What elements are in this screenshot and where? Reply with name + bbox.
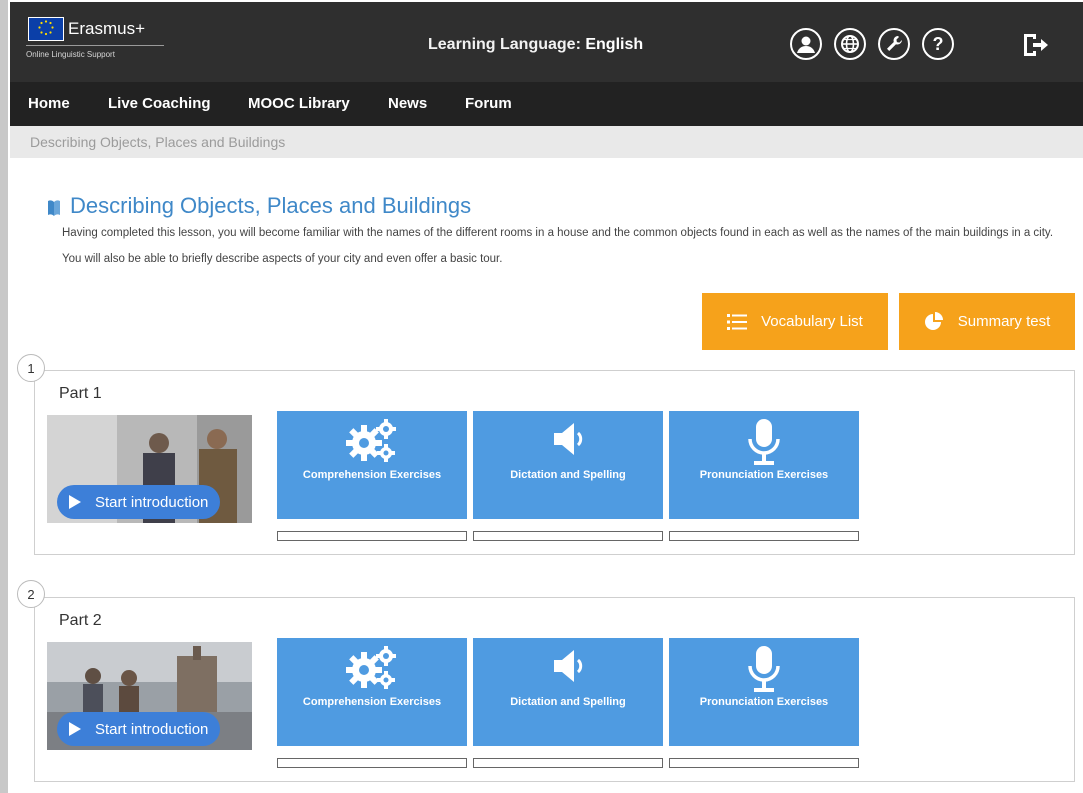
eu-flag-icon bbox=[28, 17, 64, 41]
part-1-comprehension-tile[interactable]: Comprehension Exercises bbox=[277, 411, 467, 519]
part-1-comprehension-progress bbox=[277, 531, 467, 541]
nav-item-forum[interactable]: Forum bbox=[465, 95, 512, 112]
summary-test-label: Summary test bbox=[957, 313, 1051, 330]
speaker-icon bbox=[554, 423, 583, 455]
part-2-comprehension-tile[interactable]: Comprehension Exercises bbox=[277, 638, 467, 746]
brand-subtitle: Online Linguistic Support bbox=[26, 50, 115, 59]
brand-name: Erasmus+ bbox=[68, 19, 145, 38]
breadcrumb-current[interactable]: Describing Objects, Places and Buildings bbox=[30, 134, 285, 150]
part-2-panel: Part 2 Start introduction Comprehension … bbox=[34, 597, 1075, 782]
top-header: Erasmus+ Online Linguistic Support Learn… bbox=[10, 2, 1083, 82]
part-1-pronunciation-progress bbox=[669, 531, 859, 541]
part-1-pronunciation-label: Pronunciation Exercises bbox=[699, 469, 829, 481]
part-1-start-label: Start introduction bbox=[95, 493, 209, 511]
learning-language-value: English bbox=[585, 36, 644, 53]
profile-icon[interactable] bbox=[790, 28, 822, 60]
list-icon bbox=[727, 313, 748, 330]
speaker-icon bbox=[554, 650, 583, 682]
part-2-pronunciation-progress bbox=[669, 758, 859, 768]
part-2-comprehension-label: Comprehension Exercises bbox=[302, 696, 442, 708]
window-left-border bbox=[0, 0, 8, 793]
part-1-comprehension-label: Comprehension Exercises bbox=[302, 469, 442, 481]
vocabulary-list-label: Vocabulary List bbox=[761, 313, 863, 330]
part-2-start-introduction-button[interactable]: Start introduction bbox=[57, 712, 221, 746]
logout-icon[interactable] bbox=[1022, 32, 1050, 58]
part-2-number: 2 bbox=[17, 580, 45, 608]
breadcrumb: Describing Objects, Places and Buildings bbox=[10, 126, 1083, 158]
nav-item-live-coaching[interactable]: Live Coaching bbox=[108, 95, 211, 112]
part-1-dictation-label: Dictation and Spelling bbox=[510, 469, 626, 481]
learning-language-label: Learning Language: bbox=[428, 36, 586, 53]
part-1-dictation-tile[interactable]: Dictation and Spelling bbox=[473, 411, 663, 519]
lesson-title-text: Describing Objects, Places and Buildings bbox=[70, 193, 472, 218]
nav-item-mooc-library[interactable]: MOOC Library bbox=[248, 95, 350, 112]
part-2-dictation-progress bbox=[473, 758, 663, 768]
vocabulary-list-button[interactable]: Vocabulary List bbox=[702, 293, 888, 350]
help-icon[interactable]: ? bbox=[922, 28, 954, 60]
lesson-title: Describing Objects, Places and Buildings bbox=[46, 193, 471, 219]
wrench-icon[interactable] bbox=[878, 28, 910, 60]
nav-item-news[interactable]: News bbox=[388, 95, 427, 112]
part-2-comprehension-progress bbox=[277, 758, 467, 768]
gears-icon bbox=[346, 646, 396, 689]
play-icon bbox=[63, 717, 87, 741]
pie-chart-icon bbox=[924, 311, 943, 330]
nav-item-home[interactable]: Home bbox=[28, 95, 70, 112]
globe-icon[interactable] bbox=[834, 28, 866, 60]
part-2-start-label: Start introduction bbox=[95, 720, 209, 738]
part-2-pronunciation-tile[interactable]: Pronunciation Exercises bbox=[669, 638, 859, 746]
book-icon bbox=[46, 197, 62, 216]
part-1-pronunciation-tile[interactable]: Pronunciation Exercises bbox=[669, 411, 859, 519]
part-2-video-thumbnail[interactable]: Start introduction bbox=[47, 642, 252, 750]
part-1-video-thumbnail[interactable]: Start introduction bbox=[47, 415, 252, 523]
main-nav: Home Live Coaching MOOC Library News For… bbox=[10, 82, 1083, 126]
part-1-panel: Part 1 Start introduction Comprehension … bbox=[34, 370, 1075, 555]
microphone-icon bbox=[748, 646, 780, 692]
part-1-number: 1 bbox=[17, 354, 45, 382]
lesson-description: Having completed this lesson, you will b… bbox=[62, 227, 1054, 265]
part-2-dictation-label: Dictation and Spelling bbox=[510, 696, 626, 708]
learning-language: Learning Language: English bbox=[428, 36, 643, 54]
part-1-start-introduction-button[interactable]: Start introduction bbox=[57, 485, 221, 519]
play-icon bbox=[63, 490, 87, 514]
gears-icon bbox=[346, 419, 396, 462]
part-1-label: Part 1 bbox=[59, 385, 102, 402]
logo-divider bbox=[26, 45, 164, 46]
erasmus-logo[interactable]: Erasmus+ Online Linguistic Support bbox=[22, 13, 172, 65]
part-1-dictation-progress bbox=[473, 531, 663, 541]
part-2-label: Part 2 bbox=[59, 612, 102, 629]
part-2-pronunciation-label: Pronunciation Exercises bbox=[699, 696, 829, 708]
part-2-dictation-tile[interactable]: Dictation and Spelling bbox=[473, 638, 663, 746]
summary-test-button[interactable]: Summary test bbox=[899, 293, 1075, 350]
microphone-icon bbox=[748, 419, 780, 465]
